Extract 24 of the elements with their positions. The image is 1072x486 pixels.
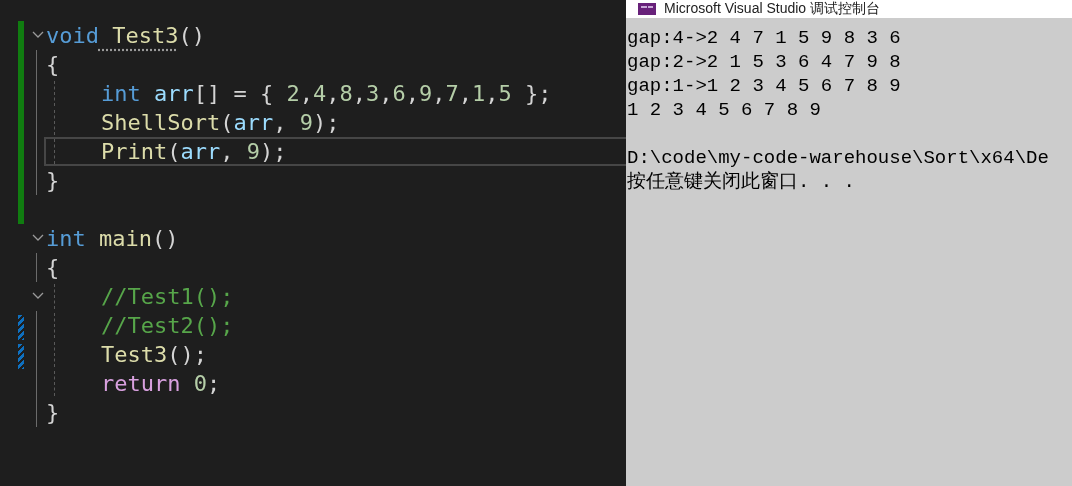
code-line: //Test2();	[101, 313, 234, 338]
code-line: int main()	[46, 226, 179, 251]
code-line: int arr[] = { 2,4,8,3,6,9,7,1,5 };	[101, 81, 552, 106]
console-output-line: D:\code\my-code-warehouse\Sort\x64\De	[626, 146, 1050, 170]
console-output-line: 按任意键关闭此窗口. . .	[626, 170, 856, 194]
code-line: }	[46, 400, 60, 425]
console-output-line: 1 2 3 4 5 6 7 8 9	[626, 98, 822, 122]
console-output-line: gap:1->1 2 3 4 5 6 7 8 9	[626, 74, 902, 98]
code-line: //Test1();	[101, 284, 234, 309]
code-line: ShellSort(arr, 9);	[101, 110, 340, 135]
code-line: {	[46, 52, 60, 77]
code-line: Print(arr, 9);	[101, 139, 287, 164]
code-line: void Test3()	[46, 23, 205, 48]
code-line: Test3();	[101, 342, 207, 367]
console-output-line: gap:2->2 1 5 3 6 4 7 9 8	[626, 50, 902, 74]
console-app-icon	[638, 3, 656, 15]
code-line: }	[46, 168, 60, 193]
collapse-icon[interactable]	[32, 292, 44, 300]
collapse-icon[interactable]	[32, 31, 44, 39]
collapse-icon[interactable]	[32, 234, 44, 242]
code-line: {	[46, 255, 60, 280]
window-title: Microsoft Visual Studio 调试控制台	[664, 0, 881, 18]
console-output-line: gap:4->2 4 7 1 5 9 8 3 6	[626, 26, 902, 50]
code-line: return 0;	[101, 371, 221, 396]
